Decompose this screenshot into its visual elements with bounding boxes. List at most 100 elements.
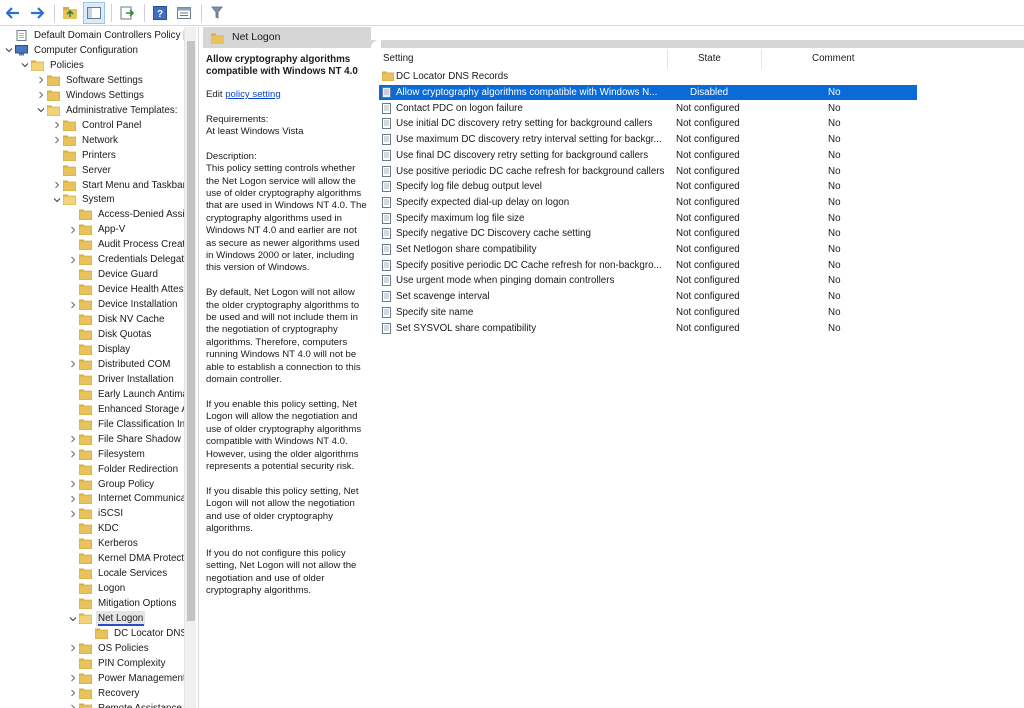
collapse-chevron-icon[interactable] (51, 194, 63, 206)
tree-system-item[interactable]: Device Guard (67, 267, 160, 282)
expand-chevron-icon[interactable] (67, 672, 79, 684)
tree-system-item[interactable]: OS Policies (67, 641, 151, 656)
list-row[interactable]: Specify expected dial-up delay on logon N… (379, 195, 917, 210)
tree-system-item[interactable]: Remote Assistance (67, 701, 184, 708)
tree-scrollbar[interactable] (184, 27, 196, 708)
list-row[interactable]: Specify site name Not configured No (379, 305, 917, 320)
expand-chevron-icon[interactable] (67, 433, 79, 445)
tree-computer-configuration[interactable]: Computer Configuration (3, 43, 140, 58)
tree-windows-settings[interactable]: Windows Settings (35, 88, 146, 103)
expand-chevron-icon[interactable] (67, 254, 79, 266)
column-header-state[interactable]: State (698, 50, 721, 68)
list-row[interactable]: Specify maximum log file size Not configu… (379, 211, 917, 226)
list-row[interactable]: Use initial DC discovery retry setting f… (379, 116, 917, 131)
expand-chevron-icon[interactable] (67, 358, 79, 370)
tree-system-item[interactable]: Enhanced Storage Access (67, 402, 196, 417)
tree-system-item[interactable]: Kerberos (67, 536, 140, 551)
list-row[interactable]: Use positive periodic DC cache refresh f… (379, 164, 917, 179)
tree-system-item[interactable]: Folder Redirection (67, 462, 180, 477)
expand-chevron-icon[interactable] (35, 89, 47, 101)
tree-system-item[interactable]: KDC (67, 521, 121, 536)
tree-system-item[interactable]: Mitigation Options (67, 596, 178, 611)
list-row[interactable]: Use maximum DC discovery retry interval … (379, 132, 917, 147)
expand-chevron-icon[interactable] (67, 478, 79, 490)
show-hide-tree-icon[interactable] (83, 1, 105, 24)
tree-administrative-templates[interactable]: Administrative Templates: (35, 103, 179, 118)
tree-root-policy[interactable]: Default Domain Controllers Policy [DC (3, 28, 196, 43)
tree-system-item[interactable]: Disk Quotas (67, 327, 153, 342)
help-icon[interactable]: ? (149, 2, 171, 24)
tree-scrollbar-thumb[interactable] (187, 41, 195, 621)
tree-system-item[interactable]: Locale Services (67, 566, 169, 581)
tree-system-item[interactable]: Early Launch Antimalware (67, 387, 196, 402)
console-tree[interactable]: Default Domain Controllers Policy [DC Com… (0, 27, 196, 708)
column-header-comment[interactable]: Comment (812, 50, 854, 68)
tree-system[interactable]: System (51, 192, 117, 207)
list-row[interactable]: Specify negative DC Discovery cache sett… (379, 226, 917, 241)
tree-system-item[interactable]: Device Installation (67, 297, 180, 312)
tree-system-item[interactable]: Kernel DMA Protection (67, 551, 196, 566)
expand-chevron-icon[interactable] (67, 448, 79, 460)
expand-chevron-icon[interactable] (67, 493, 79, 505)
forward-icon[interactable] (26, 2, 48, 24)
list-row[interactable]: Contact PDC on logon failure Not configur… (379, 101, 917, 116)
tree-policies[interactable]: Policies (19, 58, 86, 73)
tree-network[interactable]: Network (51, 133, 120, 148)
edit-policy-setting-link[interactable]: policy setting (225, 89, 280, 100)
expand-chevron-icon[interactable] (67, 702, 79, 708)
list-row[interactable]: Set scavenge interval Not configured No (379, 289, 917, 304)
tree-system-item[interactable]: PIN Complexity (67, 656, 168, 671)
expand-chevron-icon[interactable] (51, 179, 63, 191)
column-separator[interactable] (667, 50, 668, 69)
properties-icon[interactable] (173, 2, 195, 24)
collapse-chevron-icon[interactable] (3, 44, 15, 56)
list-row-selected[interactable]: Allow cryptography algorithms compatible… (379, 85, 917, 100)
tree-printers[interactable]: Printers (51, 148, 118, 163)
expand-chevron-icon[interactable] (67, 299, 79, 311)
tree-system-item[interactable]: Device Health Attestation (67, 282, 196, 297)
export-list-icon[interactable] (116, 2, 138, 24)
list-folder-row[interactable]: DC Locator DNS Records (379, 69, 917, 84)
tree-system-item[interactable]: Internet Communication (67, 491, 196, 506)
tree-system-item[interactable]: Audit Process Creation (67, 237, 196, 252)
tree-system-item[interactable]: Recovery (67, 686, 141, 701)
tree-system-item[interactable]: Driver Installation (67, 372, 176, 387)
list-row[interactable]: Set SYSVOL share compatibility Not config… (379, 321, 917, 336)
list-row[interactable]: Use final DC discovery retry setting for… (379, 148, 917, 163)
pane-splitter[interactable] (198, 27, 202, 708)
tree-system-item[interactable]: File Classification Infrastructure (67, 417, 196, 432)
tree-system-item[interactable]: iSCSI (67, 506, 125, 521)
expand-chevron-icon[interactable] (67, 642, 79, 654)
tree-system-item[interactable]: Credentials Delegation (67, 252, 196, 267)
tree-system-item[interactable]: Logon (67, 581, 127, 596)
tree-server[interactable]: Server (51, 163, 113, 178)
tree-dc-locator-dns-records[interactable]: DC Locator DNS Records (83, 626, 196, 641)
list-row[interactable]: Specify log file debug output level Not c… (379, 179, 917, 194)
tree-system-item[interactable]: App-V (67, 222, 127, 237)
list-row[interactable]: Set Netlogon share compatibility Not conf… (379, 242, 917, 257)
tree-system-item[interactable]: Group Policy (67, 477, 156, 492)
back-icon[interactable] (2, 2, 24, 24)
expand-chevron-icon[interactable] (35, 74, 47, 86)
expand-chevron-icon[interactable] (67, 508, 79, 520)
tree-system-item[interactable]: Access-Denied Assistance (67, 207, 196, 222)
up-folder-icon[interactable] (59, 2, 81, 24)
column-header-setting[interactable]: Setting (383, 50, 663, 68)
tree-control-panel[interactable]: Control Panel (51, 118, 143, 133)
tree-start-menu[interactable]: Start Menu and Taskbar (51, 178, 188, 193)
expand-chevron-icon[interactable] (51, 119, 63, 131)
list-row[interactable]: Use urgent mode when pinging domain cont… (379, 273, 917, 288)
expand-chevron-icon[interactable] (67, 224, 79, 236)
tree-software-settings[interactable]: Software Settings (35, 73, 145, 88)
collapse-chevron-icon[interactable] (67, 613, 79, 625)
tree-system-item[interactable]: Distributed COM (67, 357, 172, 372)
expand-chevron-icon[interactable] (51, 134, 63, 146)
tree-system-item[interactable]: Filesystem (67, 447, 147, 462)
tree-system-item[interactable]: Disk NV Cache (67, 312, 166, 327)
expand-chevron-icon[interactable] (67, 687, 79, 699)
list-row[interactable]: Specify positive periodic DC Cache refre… (379, 258, 917, 273)
collapse-chevron-icon[interactable] (19, 59, 31, 71)
tree-system-item[interactable]: File Share Shadow Copy (67, 432, 196, 447)
tree-system-item[interactable]: Display (67, 342, 132, 357)
column-separator[interactable] (761, 50, 762, 69)
